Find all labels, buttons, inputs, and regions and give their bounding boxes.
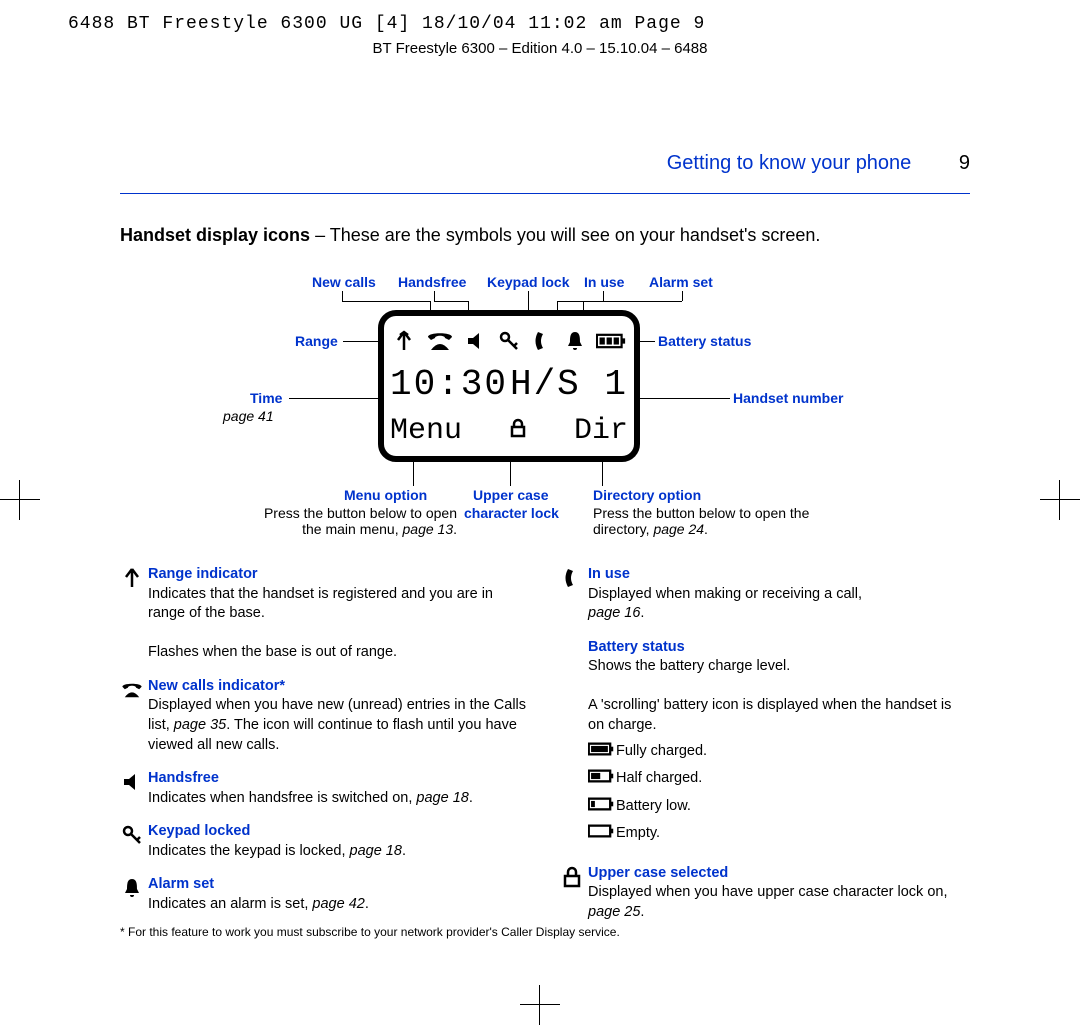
lcd-handset: H/S 1: [510, 364, 628, 405]
section-title: Getting to know your phone: [667, 152, 912, 174]
callout-time: Time: [250, 390, 282, 406]
def-battery: Battery status Shows the battery charge …: [560, 638, 970, 850]
footnote: * For this feature to work you must subs…: [120, 925, 970, 939]
callout-battery: Battery status: [658, 333, 751, 349]
callout-upper-case-1: Upper case: [473, 487, 548, 503]
def-alarm: Alarm set Indicates an alarm is set, pag…: [120, 875, 530, 914]
lcd-softkey-row: Menu Dir: [390, 414, 628, 448]
lock-icon: [560, 865, 584, 889]
section-header: Getting to know your phone 9: [120, 152, 970, 194]
callout-new-calls: New calls: [312, 274, 376, 290]
callout-in-use: In use: [584, 274, 624, 290]
battery-levels: Fully charged. Half charged. Battery low…: [588, 740, 970, 846]
key-icon: [497, 329, 521, 353]
def-range: Range indicator Indicates that the hands…: [120, 565, 530, 663]
intro-line: Handset display icons – These are the sy…: [120, 225, 970, 246]
callout-menu-option: Menu option: [344, 487, 427, 503]
handset-icon: [560, 566, 584, 590]
callout-range: Range: [295, 333, 338, 349]
callout-directory: Directory option: [593, 487, 701, 503]
lcd-time-row: 10:30 H/S 1: [390, 364, 628, 405]
intro-heading: Handset display icons: [120, 225, 310, 245]
lcd-dir: Dir: [574, 414, 628, 448]
def-handsfree: Handsfree Indicates when handsfree is sw…: [120, 769, 530, 808]
bell-icon: [563, 329, 587, 353]
lcd-icon-row: [390, 322, 628, 360]
defs-left-column: Range indicator Indicates that the hands…: [120, 565, 530, 936]
battery-icon: [596, 326, 626, 356]
bell-icon: [120, 876, 144, 900]
battery-low-icon: [588, 796, 614, 812]
callout-upper-case-2: character lock: [464, 505, 559, 521]
speaker-icon: [464, 329, 488, 353]
print-slug: 6488 BT Freestyle 6300 UG [4] 18/10/04 1…: [68, 14, 705, 34]
callout-alarm-set: Alarm set: [649, 274, 713, 290]
key-icon: [120, 823, 144, 847]
battery-half-icon: [588, 768, 614, 784]
callout-directory-body: Press the button below to open the direc…: [593, 505, 843, 537]
def-in-use: In use Displayed when making or receivin…: [560, 565, 970, 624]
callout-time-page: page 41: [223, 408, 274, 424]
phone-icon: [120, 678, 144, 702]
callout-handsfree: Handsfree: [398, 274, 466, 290]
lcd-menu: Menu: [390, 414, 462, 448]
speaker-icon: [120, 770, 144, 794]
intro-rest: – These are the symbols you will see on …: [310, 225, 820, 245]
edition-line: BT Freestyle 6300 – Edition 4.0 – 15.10.…: [0, 40, 1080, 57]
range-icon: [392, 329, 416, 353]
crop-mark-right: [1040, 480, 1080, 520]
icon-definitions: Range indicator Indicates that the hands…: [120, 565, 970, 936]
battery-full-icon: [588, 741, 614, 757]
handset-lcd: 10:30 H/S 1 Menu Dir: [378, 310, 640, 462]
crop-mark-bottom: [520, 985, 560, 1025]
crop-mark-left: [0, 480, 40, 520]
defs-right-column: In use Displayed when making or receivin…: [560, 565, 970, 936]
callout-menu-body: Press the button below to open the main …: [222, 505, 457, 537]
def-uppercase: Upper case selected Displayed when you h…: [560, 864, 970, 923]
uppercase-lock-icon: [506, 416, 530, 447]
def-new-calls: New calls indicator* Displayed when you …: [120, 677, 530, 755]
callout-handset-number: Handset number: [733, 390, 843, 406]
callout-keypad-lock: Keypad lock: [487, 274, 569, 290]
phone-icon: [425, 326, 455, 356]
page-number: 9: [959, 152, 970, 174]
handset-icon: [530, 329, 554, 353]
def-keypad: Keypad locked Indicates the keypad is lo…: [120, 822, 530, 861]
range-icon: [120, 566, 144, 590]
battery-empty-icon: [588, 823, 614, 839]
lcd-time: 10:30: [390, 364, 508, 405]
